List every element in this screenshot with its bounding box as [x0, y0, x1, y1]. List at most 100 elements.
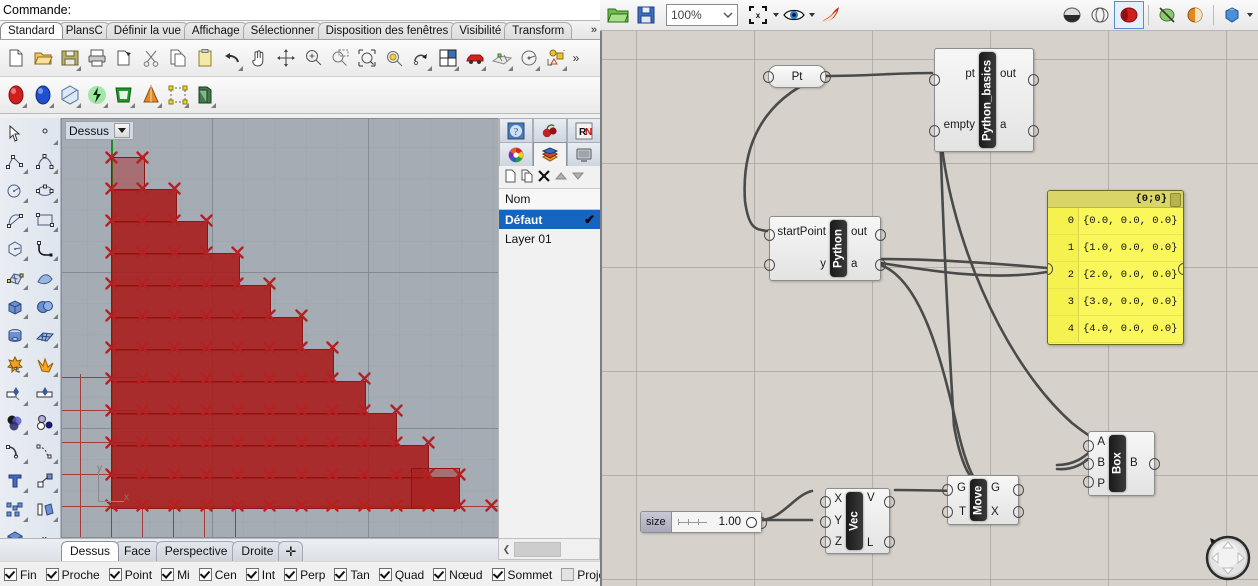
open-folder-icon[interactable]: [29, 43, 56, 73]
panel-scrollbar[interactable]: [1170, 193, 1181, 207]
color-wheel-icon[interactable]: [499, 142, 533, 166]
input-nub[interactable]: [763, 71, 774, 83]
text-icon[interactable]: [0, 466, 30, 495]
output-nub[interactable]: [1178, 263, 1183, 275]
osnap-cen[interactable]: Cen: [198, 568, 237, 582]
slider-knob[interactable]: [746, 516, 757, 528]
move-down-icon[interactable]: [571, 169, 585, 186]
osnap-projeter[interactable]: Projeter: [561, 568, 600, 582]
rotate-view-icon[interactable]: [407, 43, 434, 73]
viewport-title[interactable]: Dessus: [65, 121, 135, 140]
surface-from-points-icon[interactable]: [0, 263, 30, 292]
viewport-tab-add[interactable]: ✛: [278, 541, 304, 561]
fillet-corner-icon[interactable]: [30, 234, 60, 263]
ghosted-icon[interactable]: [83, 80, 110, 110]
component-box[interactable]: A B P Box B: [1083, 431, 1160, 496]
input-nub-startpoint[interactable]: [764, 229, 775, 241]
named-cplane-icon[interactable]: [542, 43, 569, 73]
blue-sphere-icon[interactable]: [29, 80, 56, 110]
osnap-int[interactable]: Int: [245, 568, 275, 582]
checkbox[interactable]: [198, 568, 212, 581]
checkbox[interactable]: [161, 568, 175, 581]
osnap-perp[interactable]: Perp: [284, 568, 325, 582]
osnap-quad[interactable]: Quad: [378, 568, 424, 582]
scale-icon[interactable]: [30, 466, 60, 495]
ellipse-icon[interactable]: [30, 176, 60, 205]
geometry-step[interactable]: [111, 221, 208, 255]
zoom-level-select[interactable]: 100%: [666, 4, 738, 26]
output-nub-g[interactable]: [1013, 484, 1024, 496]
output-nub-out[interactable]: [1028, 74, 1039, 86]
view-compass-icon[interactable]: [1200, 530, 1252, 582]
osnap-noeud[interactable]: Nœud: [433, 568, 483, 582]
osnap-proche[interactable]: Proche: [45, 568, 100, 582]
viewport-tab-dessus[interactable]: Dessus: [61, 541, 120, 561]
geometry-step[interactable]: [111, 189, 177, 223]
draw-icons-icon[interactable]: [1181, 2, 1209, 28]
delete-layer-icon[interactable]: [537, 169, 551, 186]
input-nub-pt[interactable]: [929, 74, 940, 86]
move-up-icon[interactable]: [554, 169, 568, 186]
layer-row-layer01[interactable]: Layer 01: [499, 229, 600, 248]
box-icon[interactable]: [0, 292, 30, 321]
open-folder-icon[interactable]: [604, 2, 632, 28]
input-nub-g[interactable]: [942, 484, 953, 496]
geometry-step[interactable]: [111, 477, 460, 509]
component-pt[interactable]: Pt: [763, 65, 831, 88]
chevron-down-icon[interactable]: [808, 11, 816, 19]
toolbar-overflow-button[interactable]: »: [569, 51, 583, 65]
component-vector-xyz[interactable]: X Y Z Vec V L: [820, 488, 895, 554]
tab-disposition-des-fenetres[interactable]: Disposition des fenêtres: [317, 22, 457, 39]
offset-dashed-icon[interactable]: [30, 437, 60, 466]
component-panel[interactable]: {0;0} 0 {0.0, 0.0, 0.0} 1 {1.0, 0.0, 0.0…: [1047, 190, 1184, 345]
geometry-step[interactable]: [111, 317, 303, 351]
output-nub-v[interactable]: [884, 496, 895, 508]
tab-selectionner[interactable]: Sélectionner: [242, 22, 323, 39]
print-icon[interactable]: [83, 43, 110, 73]
select-arrow-icon[interactable]: [0, 118, 30, 147]
chevron-down-icon[interactable]: [114, 123, 131, 138]
input-nub-p[interactable]: [1083, 476, 1094, 488]
arc-icon[interactable]: [0, 205, 30, 234]
shaded-preview-icon[interactable]: [1058, 2, 1086, 28]
array-icon[interactable]: [0, 495, 30, 524]
geometry-step[interactable]: [111, 285, 271, 319]
sphere-blue-icon[interactable]: [1218, 2, 1246, 28]
copy-to-clipboard-icon[interactable]: [110, 43, 137, 73]
zoom-window-icon[interactable]: [326, 43, 353, 73]
chevron-down-icon[interactable]: [772, 11, 780, 19]
help-icon[interactable]: ?: [499, 118, 533, 142]
copy-icon[interactable]: [164, 43, 191, 73]
rhino-render-icon[interactable]: [533, 118, 567, 142]
rectangle-icon[interactable]: [30, 205, 60, 234]
panel-horizontal-scrollbar[interactable]: ❮: [498, 538, 600, 560]
input-nub-z[interactable]: [820, 536, 831, 548]
flame-icon[interactable]: [816, 2, 844, 28]
output-nub[interactable]: [820, 71, 831, 83]
scroll-left-icon[interactable]: ❮: [499, 544, 514, 555]
render-mesh-icon[interactable]: [110, 80, 137, 110]
input-nub-y[interactable]: [820, 516, 831, 528]
undo-icon[interactable]: [218, 43, 245, 73]
layers-icon[interactable]: [533, 142, 567, 166]
command-bar[interactable]: Commande:: [0, 0, 600, 21]
checkbox[interactable]: [561, 568, 575, 581]
eye-preview-icon[interactable]: [780, 2, 808, 28]
output-nub-a[interactable]: [1028, 125, 1039, 137]
osnap-sommet[interactable]: Sommet: [491, 568, 552, 582]
wireframe-preview-icon[interactable]: [1086, 2, 1114, 28]
input-nub-x[interactable]: [820, 496, 831, 508]
pan-hand-icon[interactable]: [245, 43, 272, 73]
save-icon[interactable]: [632, 2, 660, 28]
tab-plansc[interactable]: PlansC: [57, 22, 111, 39]
point-icon[interactable]: [30, 118, 60, 147]
polyline-icon[interactable]: [0, 147, 30, 176]
checkbox[interactable]: [491, 568, 505, 581]
geometry-step[interactable]: [111, 157, 145, 191]
scrollbar-thumb[interactable]: [514, 541, 561, 557]
output-nub-out[interactable]: [875, 229, 886, 241]
input-nub-b[interactable]: [1083, 458, 1094, 470]
save-icon[interactable]: [56, 43, 83, 73]
output-nub-b[interactable]: [1149, 458, 1160, 470]
output-nub-x[interactable]: [1013, 506, 1024, 518]
